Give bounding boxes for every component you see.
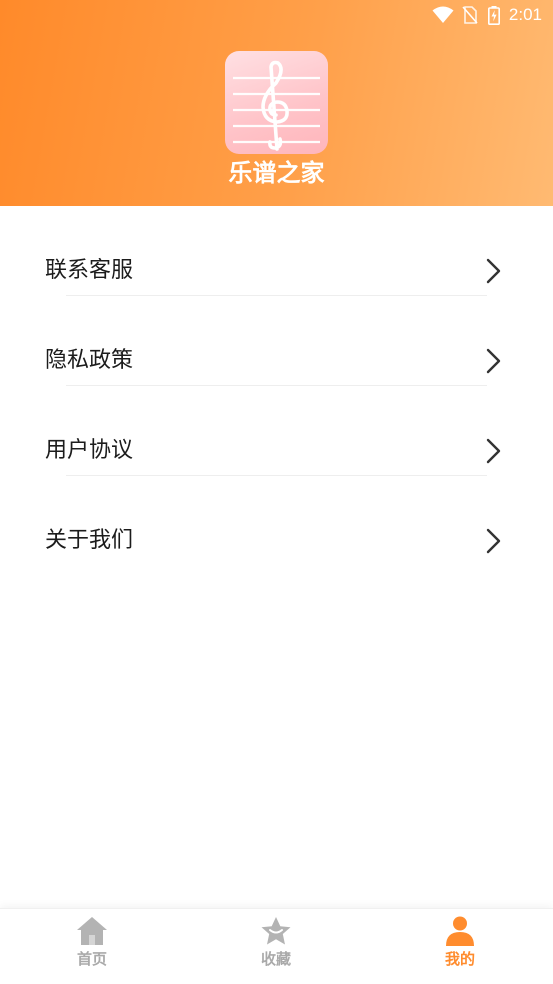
tab-mine[interactable]: 我的 <box>368 909 552 984</box>
menu-item-about-us[interactable]: 关于我们 <box>0 476 553 566</box>
menu-item-contact-support[interactable]: 联系客服 <box>0 206 553 296</box>
tab-label: 首页 <box>76 950 107 968</box>
menu-item-label: 隐私政策 <box>45 348 134 373</box>
tab-home[interactable]: 首页 <box>0 909 184 984</box>
menu-item-privacy-policy[interactable]: 隐私政策 <box>0 296 553 386</box>
chevron-right-icon <box>486 348 501 374</box>
bottom-tab-bar: 首页 收藏 我的 <box>0 908 553 984</box>
chevron-right-icon <box>486 258 501 284</box>
star-icon <box>261 917 291 945</box>
treble-clef-icon <box>233 60 320 151</box>
settings-menu: 联系客服 隐私政策 用户协议 关于我们 <box>0 206 553 566</box>
chevron-right-icon <box>486 528 501 554</box>
status-bar: 2:01 <box>0 0 553 30</box>
clock-time: 2:01 <box>508 5 542 24</box>
app-name: 乐谱之家 <box>228 159 325 187</box>
tab-label: 我的 <box>444 950 475 968</box>
tab-label: 收藏 <box>260 950 291 968</box>
profile-header: 2:01 乐谱之家 <box>0 0 553 206</box>
menu-item-label: 用户协议 <box>45 438 134 463</box>
battery-charging-icon <box>488 6 500 25</box>
wifi-icon <box>432 6 454 23</box>
menu-item-user-agreement[interactable]: 用户协议 <box>0 386 553 476</box>
menu-item-label: 联系客服 <box>45 258 134 283</box>
user-icon <box>446 916 474 946</box>
chevron-right-icon <box>486 438 501 464</box>
home-icon <box>77 917 107 945</box>
tab-favorites[interactable]: 收藏 <box>184 909 368 984</box>
menu-item-label: 关于我们 <box>45 528 134 553</box>
no-sim-icon <box>462 6 478 24</box>
app-logo <box>225 51 328 154</box>
